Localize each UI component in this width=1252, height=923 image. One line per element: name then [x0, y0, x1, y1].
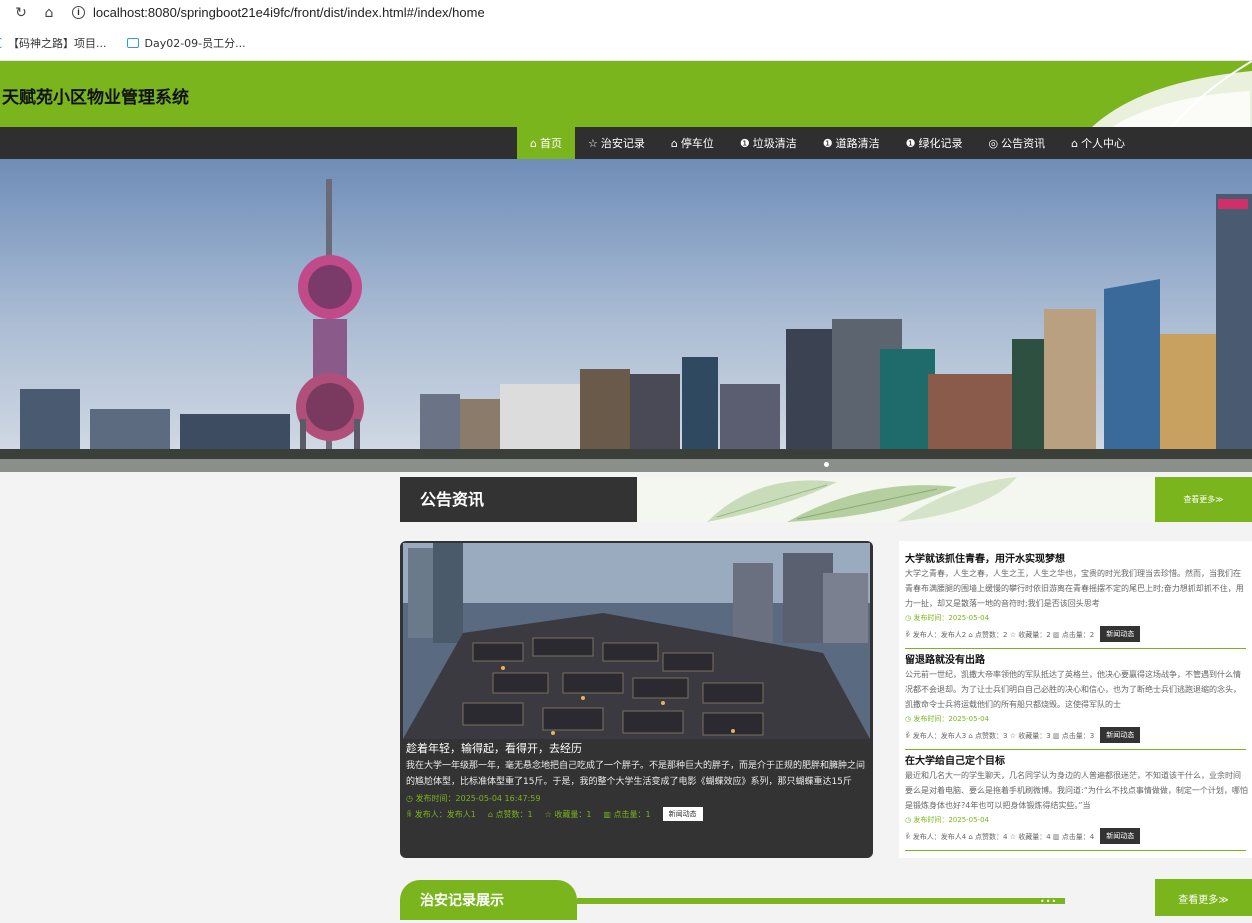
news-desc: 最近和几名大一的学生聊天，几名同学认为身边的人普遍都很迷茫，不知道该干什么，业余…: [905, 771, 1248, 810]
site-title: 天赋苑小区物业管理系统: [2, 88, 189, 108]
featured-news-card[interactable]: 趁着年轻，输得起，看得开，去经历 我在大学一年级那一年，毫无悬念地把自己吃成了一…: [400, 541, 873, 858]
nav-item-label: 垃圾清洁: [752, 137, 797, 150]
nav-item-3[interactable]: ❶ 垃圾清洁: [727, 127, 810, 159]
news-stats: ꆜ 发布人：发布人2 ⌂ 点赞数：2 ☆ 收藏量：2 ▥ 点击量：2 新闻动态: [905, 626, 1248, 642]
news-time: ◷ 发布时间：2025-05-04: [905, 614, 990, 622]
featured-news-time: ◷ 发布时间：2025-05-04 16:47:59: [406, 794, 541, 803]
info-icon: ❶: [739, 136, 750, 150]
news-desc: 大学之青春，人生之春，人生之王，人生之华也，宝贵的时光我们理当去珍惜。然而，当我…: [905, 569, 1244, 608]
banner-carousel[interactable]: [0, 159, 1252, 472]
bookmark-label: 【码神之路】项目...: [8, 36, 107, 50]
featured-news-image: [403, 543, 870, 739]
bookmarks-bar: 【码神之路】项目... Day02-09-员工分...: [0, 25, 1252, 61]
nav-item-label: 绿化记录: [918, 137, 963, 150]
browser-address-bar: ↻ ⌂ i localhost:8080/springboot21e4i9fc/…: [0, 0, 1252, 25]
author-label: ꆜ 发布人：发布人1: [406, 810, 476, 819]
news-list-item[interactable]: 留退路就没有出路 公元前一世纪，凯撒大帝率领他的军队抵达了英格兰，他决心要赢得这…: [905, 651, 1248, 743]
nav-item-7[interactable]: ⌂ 个人中心: [1058, 127, 1138, 159]
nav-item-label: 治安记录: [600, 137, 645, 150]
news-title[interactable]: 在大学给自己定个目标: [905, 752, 1248, 767]
site-header: 天赋苑小区物业管理系统: [0, 61, 1252, 127]
leaf-decoration-image: [637, 477, 1155, 522]
section-dots: •••: [1040, 897, 1058, 906]
url-field[interactable]: i localhost:8080/springboot21e4i9fc/fron…: [72, 5, 485, 20]
nav-item-2[interactable]: ⌂ 停车位: [658, 127, 727, 159]
security-more-button[interactable]: 查看更多≫: [1155, 879, 1252, 916]
news-stats-text: ꆜ 发布人：发布人2 ⌂ 点赞数：2 ☆ 收藏量：2 ▥ 点击量：2: [905, 630, 1095, 639]
bookmark-icon: [0, 37, 2, 48]
bookmark-item[interactable]: 【码神之路】项目...: [0, 35, 107, 51]
favorites-label: ☆ 收藏量：1: [544, 809, 592, 819]
nav-item-label: 个人中心: [1081, 137, 1126, 150]
nav-item-4[interactable]: ❶ 道路清洁: [810, 127, 893, 159]
divider: [905, 850, 1246, 851]
section-divider-line: [577, 898, 1065, 904]
nav-item-5[interactable]: ❶ 绿化记录: [893, 127, 976, 159]
news-category-tag[interactable]: 新闻动态: [662, 807, 703, 821]
section-title-notice: 公告资讯: [400, 477, 637, 522]
bilibili-icon: [126, 37, 139, 48]
nav-item-label: 首页: [539, 137, 562, 150]
bag-icon: ⌂: [670, 136, 678, 150]
news-time: ◷ 发布时间：2025-05-04: [905, 715, 990, 723]
news-stats: ꆜ 发布人：发布人4 ⌂ 点赞数：4 ☆ 收藏量：4 ▥ 点击量：4 新闻动态: [905, 828, 1248, 844]
home-icon: ⌂: [1071, 136, 1079, 150]
featured-news-body: 趁着年轻，输得起，看得开，去经历 我在大学一年级那一年，毫无悬念地把自己吃成了一…: [406, 740, 868, 821]
news-list: 大学就该抓住青春，用汗水实现梦想 大学之青春，人生之春，人生之王，人生之华也，宝…: [899, 541, 1252, 858]
nav-item-label: 道路清洁: [835, 137, 880, 150]
news-stats-text: ꆜ 发布人：发布人3 ⌂ 点赞数：3 ☆ 收藏量：3 ▥ 点击量：3: [905, 731, 1095, 740]
bookmark-item[interactable]: Day02-09-员工分...: [126, 35, 246, 51]
bookmark-label: Day02-09-员工分...: [144, 36, 246, 50]
news-title[interactable]: 留退路就没有出路: [905, 651, 1248, 666]
header-decoration: [1092, 61, 1252, 127]
reload-icon[interactable]: ↻: [10, 5, 32, 21]
divider: [905, 648, 1246, 649]
news-desc: 公元前一世纪，凯撒大帝率领他的军队抵达了英格兰，他决心要赢得这场战争，不管遇到什…: [905, 670, 1241, 709]
news-category-tag[interactable]: 新闻动态: [1100, 626, 1141, 642]
nav-item-6[interactable]: ◎ 公告资讯: [975, 127, 1058, 159]
star-icon: ☆: [587, 136, 598, 150]
url-text[interactable]: localhost:8080/springboot21e4i9fc/front/…: [93, 5, 485, 20]
section-title-security: 治安记录展示: [400, 880, 577, 920]
news-list-item[interactable]: 在大学给自己定个目标 最近和几名大一的学生聊天，几名同学认为身边的人普遍都很迷茫…: [905, 752, 1248, 844]
home-icon: ⌂: [530, 136, 537, 150]
divider: [905, 749, 1246, 750]
info-icon: ❶: [822, 136, 833, 150]
news-time: ◷ 发布时间：2025-05-04: [905, 816, 990, 824]
news-category-tag[interactable]: 新闻动态: [1100, 828, 1141, 844]
info-icon[interactable]: i: [72, 6, 85, 19]
city-skyline-image: [0, 159, 1252, 472]
featured-news-title[interactable]: 趁着年轻，输得起，看得开，去经历: [406, 740, 868, 756]
nav-item-label: 公告资讯: [1001, 137, 1046, 150]
clicks-label: ▥ 点击量：1: [603, 809, 651, 819]
home-icon[interactable]: ⌂: [38, 5, 60, 21]
news-stats: ꆜ 发布人：发布人3 ⌂ 点赞数：3 ☆ 收藏量：3 ▥ 点击量：3 新闻动态: [905, 727, 1248, 743]
main-nav: ⌂ 首页 ☆ 治安记录 ⌂ 停车位 ❶ 垃圾清洁 ❶ 道路清洁 ❶ 绿化记录 ◎ 公告资讯 ⌂ 个人中心: [0, 127, 1252, 159]
news-list-item[interactable]: 大学就该抓住青春，用汗水实现梦想 大学之青春，人生之春，人生之王，人生之华也，宝…: [905, 550, 1248, 642]
featured-news-stats: ꆜ 发布人：发布人1 ⌂ 点赞数：1 ☆ 收藏量：1 ▥ 点击量：1 新闻动态: [406, 807, 868, 821]
carousel-dot[interactable]: [824, 462, 829, 467]
globe-icon: ◎: [988, 136, 999, 150]
likes-label: ⌂ 点赞数：1: [487, 809, 533, 819]
notice-more-button[interactable]: 查看更多≫: [1155, 477, 1252, 522]
nav-item-label: 停车位: [680, 137, 714, 150]
info-icon: ❶: [905, 136, 916, 150]
nav-item-1[interactable]: ☆ 治安记录: [575, 127, 658, 159]
nav-item-0[interactable]: ⌂ 首页: [517, 127, 575, 159]
news-stats-text: ꆜ 发布人：发布人4 ⌂ 点赞数：4 ☆ 收藏量：4 ▥ 点击量：4: [905, 832, 1095, 841]
news-title[interactable]: 大学就该抓住青春，用汗水实现梦想: [905, 550, 1248, 565]
news-category-tag[interactable]: 新闻动态: [1100, 727, 1141, 743]
featured-news-desc: 我在大学一年级那一年，毫无悬念地把自己吃成了一个胖子。不是那种巨大的胖子，而是介…: [406, 761, 866, 787]
